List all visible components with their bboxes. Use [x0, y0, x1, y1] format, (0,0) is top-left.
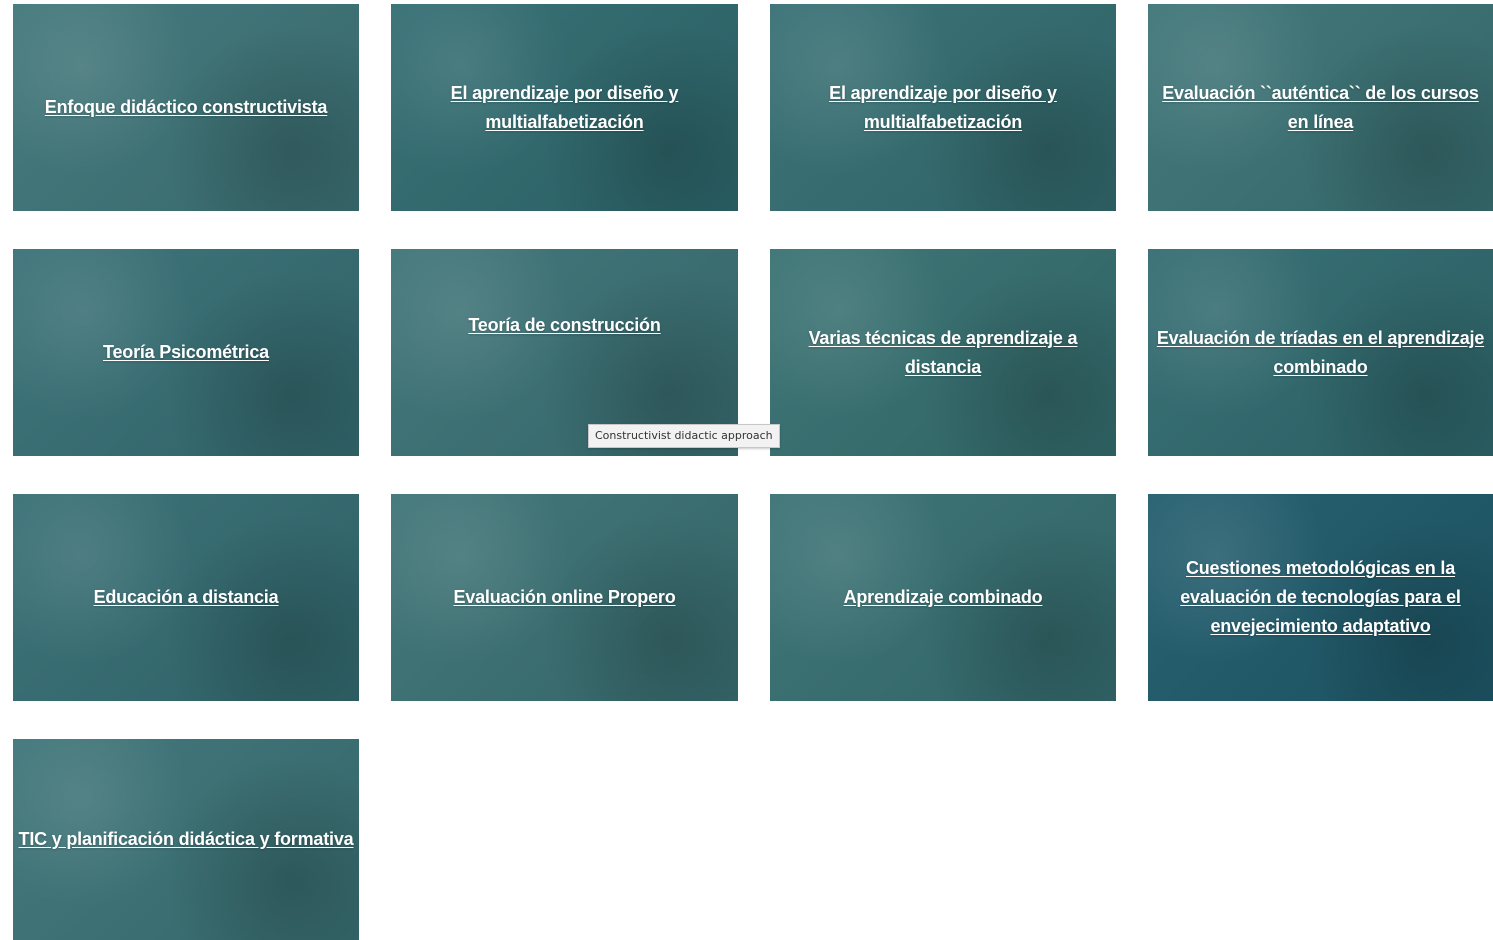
course-card-title[interactable]: Teoría Psicométrica: [101, 338, 271, 367]
course-card-teoria-psicometrica[interactable]: Teoría Psicométrica: [13, 249, 359, 456]
course-grid: Enfoque didáctico constructivista El apr…: [13, 4, 1493, 940]
course-card-title[interactable]: Varias técnicas de aprendizaje a distanc…: [791, 324, 1095, 382]
course-card-aprendizaje-diseno-1[interactable]: El aprendizaje por diseño y multialfabet…: [391, 4, 738, 211]
course-card-cuestiones-metodologicas[interactable]: Cuestiones metodológicas en la evaluació…: [1148, 494, 1493, 701]
course-card-title[interactable]: El aprendizaje por diseño y multialfabet…: [816, 79, 1070, 137]
course-card-title[interactable]: Aprendizaje combinado: [842, 583, 1045, 612]
course-card-title[interactable]: El aprendizaje por diseño y multialfabet…: [438, 79, 692, 137]
course-card-aprendizaje-combinado[interactable]: Aprendizaje combinado: [770, 494, 1116, 701]
course-card-varias-tecnicas[interactable]: Varias técnicas de aprendizaje a distanc…: [770, 249, 1116, 456]
course-card-educacion-distancia[interactable]: Educación a distancia: [13, 494, 359, 701]
course-card-title[interactable]: Evaluación de tríadas en el aprendizaje …: [1149, 324, 1493, 382]
course-card-evaluacion-propero[interactable]: Evaluación online Propero: [391, 494, 738, 701]
course-card-tic-planificacion[interactable]: TIC y planificación didáctica y formativ…: [13, 739, 359, 940]
course-card-enfoque-didactico[interactable]: Enfoque didáctico constructivista: [13, 4, 359, 211]
course-card-title[interactable]: Enfoque didáctico constructivista: [43, 93, 329, 122]
course-card-evaluacion-triadas[interactable]: Evaluación de tríadas en el aprendizaje …: [1148, 249, 1493, 456]
course-card-title[interactable]: Cuestiones metodológicas en la evaluació…: [1169, 554, 1473, 641]
course-card-title[interactable]: Evaluación online Propero: [451, 583, 677, 612]
course-card-aprendizaje-diseno-2[interactable]: El aprendizaje por diseño y multialfabet…: [770, 4, 1116, 211]
course-card-evaluacion-autentica[interactable]: Evaluación ``auténtica`` de los cursos e…: [1148, 4, 1493, 211]
course-card-title[interactable]: Evaluación ``auténtica`` de los cursos e…: [1149, 79, 1493, 137]
course-card-title[interactable]: Educación a distancia: [92, 583, 281, 612]
course-card-title[interactable]: Teoría de construcción: [466, 311, 662, 340]
tooltip: Constructivist didactic approach: [588, 424, 780, 448]
course-card-title[interactable]: TIC y planificación didáctica y formativ…: [17, 825, 356, 854]
